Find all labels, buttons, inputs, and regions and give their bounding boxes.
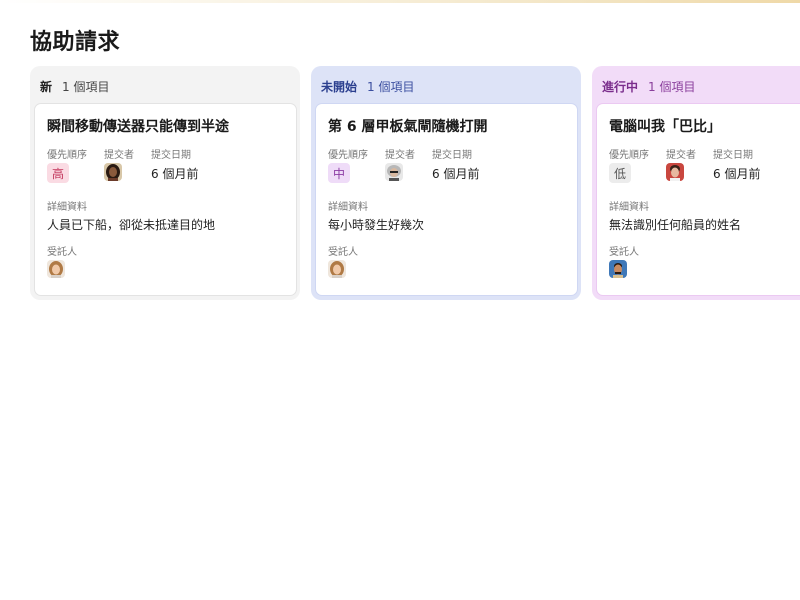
submitter-avatar[interactable]	[666, 163, 684, 181]
column-count: 1 個項目	[62, 79, 110, 94]
kanban-board: 新 1 個項目 瞬間移動傳送器只能傳到半途 優先順序 提交者 提交日期 高 6 …	[30, 66, 800, 302]
priority-label: 優先順序	[47, 150, 87, 161]
date-label: 提交日期	[151, 150, 191, 161]
priority-badge: 高	[47, 163, 69, 183]
priority-label: 優先順序	[328, 150, 368, 161]
details-text: 每小時發生好幾次	[328, 218, 425, 232]
card-title[interactable]: 第 6 層甲板氣閘隨機打開	[328, 116, 488, 136]
submitted-date: 6 個月前	[432, 167, 480, 181]
top-accent-line	[0, 0, 800, 3]
request-card[interactable]: 電腦叫我「巴比」 優先順序 提交者 提交日期 低 6 個月前 詳細資料 無法識別…	[596, 103, 800, 296]
column-in-progress: 進行中 1 個項目 電腦叫我「巴比」 優先順序 提交者 提交日期 低 6 個月前…	[592, 66, 800, 300]
card-title[interactable]: 電腦叫我「巴比」	[609, 116, 721, 136]
assignee-avatar[interactable]	[609, 260, 627, 278]
submitter-avatar[interactable]	[104, 163, 122, 181]
priority-badge: 低	[609, 163, 631, 183]
priority-label: 優先順序	[609, 150, 649, 161]
details-text: 無法識別任何船員的姓名	[609, 218, 742, 232]
request-card[interactable]: 第 6 層甲板氣閘隨機打開 優先順序 提交者 提交日期 中 6 個月前 詳細資料…	[315, 103, 578, 296]
submitter-label: 提交者	[104, 150, 134, 161]
assignee-avatar[interactable]	[328, 260, 346, 278]
date-label: 提交日期	[713, 150, 753, 161]
submitter-label: 提交者	[666, 150, 696, 161]
column-new: 新 1 個項目 瞬間移動傳送器只能傳到半途 優先順序 提交者 提交日期 高 6 …	[30, 66, 300, 300]
column-header: 進行中 1 個項目	[602, 78, 695, 94]
details-label: 詳細資料	[328, 202, 368, 213]
date-label: 提交日期	[432, 150, 472, 161]
column-header: 未開始 1 個項目	[321, 78, 414, 94]
details-text: 人員已下船，卻從未抵達目的地	[47, 218, 216, 232]
column-header: 新 1 個項目	[40, 78, 109, 94]
details-label: 詳細資料	[609, 202, 649, 213]
submitted-date: 6 個月前	[713, 167, 761, 181]
page-title: 協助請求	[30, 30, 121, 55]
column-count: 1 個項目	[648, 79, 696, 94]
column-name: 進行中	[602, 79, 639, 94]
assignee-label: 受託人	[47, 247, 77, 258]
priority-badge: 中	[328, 163, 350, 183]
column-name: 未開始	[321, 79, 358, 94]
details-label: 詳細資料	[47, 202, 87, 213]
assignee-avatar[interactable]	[47, 260, 65, 278]
request-card[interactable]: 瞬間移動傳送器只能傳到半途 優先順序 提交者 提交日期 高 6 個月前 詳細資料…	[34, 103, 297, 296]
submitter-label: 提交者	[385, 150, 415, 161]
assignee-label: 受託人	[609, 247, 639, 258]
submitted-date: 6 個月前	[151, 167, 199, 181]
assignee-label: 受託人	[328, 247, 358, 258]
card-title[interactable]: 瞬間移動傳送器只能傳到半途	[47, 116, 229, 136]
column-not-started: 未開始 1 個項目 第 6 層甲板氣閘隨機打開 優先順序 提交者 提交日期 中 …	[311, 66, 581, 300]
column-name: 新	[40, 79, 53, 94]
submitter-avatar[interactable]	[385, 163, 403, 181]
column-count: 1 個項目	[367, 79, 415, 94]
